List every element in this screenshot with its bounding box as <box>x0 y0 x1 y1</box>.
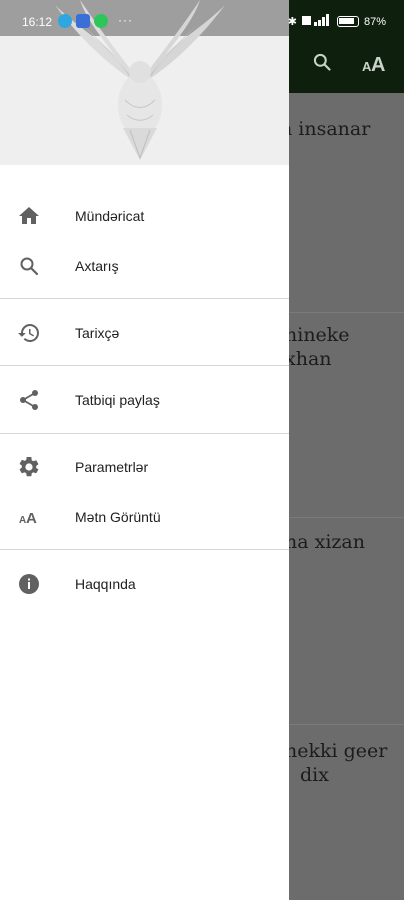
home-icon <box>17 204 41 228</box>
svg-text:A: A <box>26 510 37 527</box>
drawer-item-contents[interactable]: Mündəricat <box>0 191 289 241</box>
text-size-icon: AA <box>17 505 41 529</box>
drawer-item-text-display[interactable]: AA Mətn Görüntü <box>0 492 289 542</box>
drawer-item-search[interactable]: Axtarış <box>0 241 289 291</box>
bluetooth-icon: ✱ <box>287 16 297 28</box>
status-bar: 16:12 ··· ✱ 87% <box>0 0 404 36</box>
gear-icon <box>17 455 41 479</box>
messages-icon <box>76 14 90 28</box>
status-right: ✱ 87% <box>288 14 386 29</box>
battery-icon <box>336 16 359 27</box>
drawer-divider <box>0 433 289 434</box>
drawer-divider <box>0 298 289 299</box>
drawer-item-label: Mətn Görüntü <box>75 509 161 525</box>
drawer-divider <box>0 365 289 366</box>
signal-icon <box>301 14 332 29</box>
drawer-item-history[interactable]: Tarixçə <box>0 308 289 358</box>
navigation-drawer: Mündəricat Axtarış Tarixçə Tatbiqi payla… <box>0 0 289 900</box>
history-icon <box>17 321 41 345</box>
drawer-item-label: Parametrlər <box>75 459 149 475</box>
bg-card-title: na xizan <box>285 531 365 553</box>
drawer-item-share-app[interactable]: Tatbiqi paylaş <box>0 375 289 425</box>
drawer-item-label: Axtarış <box>75 258 119 274</box>
search-icon <box>17 254 41 278</box>
svg-text:A: A <box>371 54 385 74</box>
drawer-item-about[interactable]: Haqqında <box>0 559 289 609</box>
drawer-item-label: Mündəricat <box>75 208 145 224</box>
whatsapp-icon <box>94 14 108 28</box>
battery-level: 87% <box>363 15 386 28</box>
drawer-item-settings[interactable]: Parametrlər <box>0 442 289 492</box>
share-icon <box>17 388 41 412</box>
drawer-item-label: Haqqında <box>75 576 136 592</box>
more-notifications-icon: ··· <box>118 13 133 27</box>
status-time: 16:12 <box>22 15 53 29</box>
info-icon <box>17 572 41 596</box>
drawer-divider <box>0 549 289 550</box>
drawer-item-label: Tarixçə <box>75 325 120 341</box>
bg-card-title: hineke <box>285 324 350 346</box>
notification-icons <box>58 14 108 28</box>
bg-card-title: n insanar <box>280 118 371 140</box>
telegram-icon <box>58 14 72 28</box>
bg-card-title: nekki geer <box>285 740 388 762</box>
toolbar-search-icon[interactable] <box>312 52 332 78</box>
toolbar-text-size-icon[interactable]: AA <box>362 52 388 80</box>
drawer-item-label: Tatbiqi paylaş <box>75 392 160 408</box>
bg-card-title: xhan <box>285 348 332 370</box>
bg-card-title: dix <box>300 764 329 786</box>
